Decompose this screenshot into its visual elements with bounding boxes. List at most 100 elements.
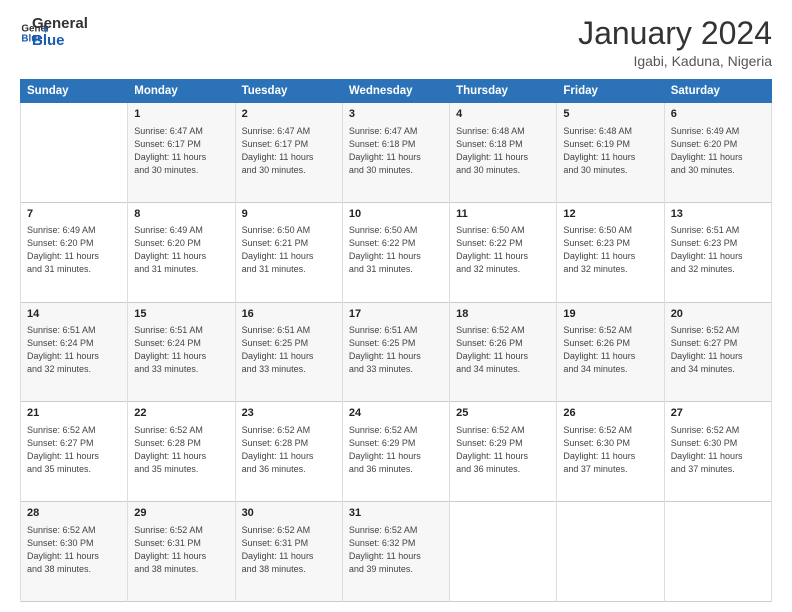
header-day-thursday: Thursday: [450, 80, 557, 103]
day-cell: 3 Sunrise: 6:47 AMSunset: 6:18 PMDaylight…: [342, 103, 449, 203]
calendar-table: SundayMondayTuesdayWednesdayThursdayFrid…: [20, 79, 772, 602]
header-day-friday: Friday: [557, 80, 664, 103]
day-cell: 20 Sunrise: 6:52 AMSunset: 6:27 PMDayligh…: [664, 302, 771, 402]
day-cell: 17Sunrise: 6:51 AMSunset: 6:25 PMDayligh…: [342, 302, 449, 402]
day-cell: [557, 502, 664, 602]
day-info: Sunrise: 6:47 AMSunset: 6:18 PMDaylight:…: [349, 125, 443, 177]
day-number: 30: [242, 506, 336, 521]
logo-general: General: [32, 16, 88, 33]
day-number: 15: [134, 307, 228, 322]
day-info: Sunrise: 6:51 AMSunset: 6:25 PMDaylight:…: [242, 324, 336, 376]
day-number: 26: [563, 406, 657, 421]
header-row: SundayMondayTuesdayWednesdayThursdayFrid…: [21, 80, 772, 103]
day-number: 24: [349, 406, 443, 421]
day-info: Sunrise: 6:52 AMSunset: 6:28 PMDaylight:…: [134, 424, 228, 476]
week-row-3: 14Sunrise: 6:51 AMSunset: 6:24 PMDayligh…: [21, 302, 772, 402]
day-cell: 4Sunrise: 6:48 AMSunset: 6:18 PMDaylight…: [450, 103, 557, 203]
day-info: Sunrise: 6:52 AMSunset: 6:26 PMDaylight:…: [456, 324, 550, 376]
day-number: 4: [456, 107, 550, 122]
day-info: Sunrise: 6:52 AMSunset: 6:29 PMDaylight:…: [349, 424, 443, 476]
page: General Blue General Blue January 2024 I…: [0, 0, 792, 612]
day-info: Sunrise: 6:47 AMSunset: 6:17 PMDaylight:…: [242, 125, 336, 177]
day-info: Sunrise: 6:49 AMSunset: 6:20 PMDaylight:…: [671, 125, 765, 177]
day-info: Sunrise: 6:52 AMSunset: 6:29 PMDaylight:…: [456, 424, 550, 476]
day-number: 20: [671, 307, 765, 322]
day-info: Sunrise: 6:52 AMSunset: 6:27 PMDaylight:…: [671, 324, 765, 376]
day-cell: 21Sunrise: 6:52 AMSunset: 6:27 PMDayligh…: [21, 402, 128, 502]
title-block: January 2024 Igabi, Kaduna, Nigeria: [578, 16, 772, 69]
day-cell: 19Sunrise: 6:52 AMSunset: 6:26 PMDayligh…: [557, 302, 664, 402]
day-cell: 10 Sunrise: 6:50 AMSunset: 6:22 PMDayligh…: [342, 202, 449, 302]
day-number: 23: [242, 406, 336, 421]
day-info: Sunrise: 6:51 AMSunset: 6:25 PMDaylight:…: [349, 324, 443, 376]
day-number: 22: [134, 406, 228, 421]
day-cell: 6 Sunrise: 6:49 AMSunset: 6:20 PMDaylight…: [664, 103, 771, 203]
day-cell: 28Sunrise: 6:52 AMSunset: 6:30 PMDayligh…: [21, 502, 128, 602]
day-number: 1: [134, 107, 228, 122]
day-cell: 5 Sunrise: 6:48 AMSunset: 6:19 PMDaylight…: [557, 103, 664, 203]
day-number: 12: [563, 207, 657, 222]
day-cell: 7 Sunrise: 6:49 AMSunset: 6:20 PMDaylight…: [21, 202, 128, 302]
header-day-monday: Monday: [128, 80, 235, 103]
day-number: 19: [563, 307, 657, 322]
day-cell: 31 Sunrise: 6:52 AMSunset: 6:32 PMDayligh…: [342, 502, 449, 602]
day-number: 27: [671, 406, 765, 421]
day-cell: 23 Sunrise: 6:52 AMSunset: 6:28 PMDayligh…: [235, 402, 342, 502]
day-number: 13: [671, 207, 765, 222]
day-number: 11: [456, 207, 550, 222]
day-info: Sunrise: 6:51 AMSunset: 6:24 PMDaylight:…: [134, 324, 228, 376]
day-number: 10: [349, 207, 443, 222]
location: Igabi, Kaduna, Nigeria: [578, 53, 772, 69]
day-info: Sunrise: 6:51 AMSunset: 6:24 PMDaylight:…: [27, 324, 121, 376]
header: General Blue General Blue January 2024 I…: [20, 16, 772, 69]
week-row-5: 28Sunrise: 6:52 AMSunset: 6:30 PMDayligh…: [21, 502, 772, 602]
day-cell: 26Sunrise: 6:52 AMSunset: 6:30 PMDayligh…: [557, 402, 664, 502]
week-row-4: 21Sunrise: 6:52 AMSunset: 6:27 PMDayligh…: [21, 402, 772, 502]
day-cell: 27 Sunrise: 6:52 AMSunset: 6:30 PMDayligh…: [664, 402, 771, 502]
day-number: 2: [242, 107, 336, 122]
day-info: Sunrise: 6:50 AMSunset: 6:22 PMDaylight:…: [349, 224, 443, 276]
day-cell: 30 Sunrise: 6:52 AMSunset: 6:31 PMDayligh…: [235, 502, 342, 602]
day-number: 3: [349, 107, 443, 122]
header-day-saturday: Saturday: [664, 80, 771, 103]
day-cell: 11 Sunrise: 6:50 AMSunset: 6:22 PMDayligh…: [450, 202, 557, 302]
day-cell: 9Sunrise: 6:50 AMSunset: 6:21 PMDaylight…: [235, 202, 342, 302]
day-cell: [21, 103, 128, 203]
day-number: 8: [134, 207, 228, 222]
day-number: 28: [27, 506, 121, 521]
month-title: January 2024: [578, 16, 772, 51]
day-number: 5: [563, 107, 657, 122]
day-info: Sunrise: 6:47 AMSunset: 6:17 PMDaylight:…: [134, 125, 228, 177]
day-info: Sunrise: 6:50 AMSunset: 6:23 PMDaylight:…: [563, 224, 657, 276]
day-cell: 1 Sunrise: 6:47 AMSunset: 6:17 PMDaylight…: [128, 103, 235, 203]
day-number: 29: [134, 506, 228, 521]
day-info: Sunrise: 6:52 AMSunset: 6:31 PMDaylight:…: [242, 524, 336, 576]
day-info: Sunrise: 6:52 AMSunset: 6:28 PMDaylight:…: [242, 424, 336, 476]
day-cell: 12 Sunrise: 6:50 AMSunset: 6:23 PMDayligh…: [557, 202, 664, 302]
header-day-tuesday: Tuesday: [235, 80, 342, 103]
week-row-2: 7 Sunrise: 6:49 AMSunset: 6:20 PMDaylight…: [21, 202, 772, 302]
day-number: 7: [27, 207, 121, 222]
day-info: Sunrise: 6:50 AMSunset: 6:21 PMDaylight:…: [242, 224, 336, 276]
logo: General Blue General Blue: [20, 16, 88, 49]
day-info: Sunrise: 6:48 AMSunset: 6:19 PMDaylight:…: [563, 125, 657, 177]
day-number: 6: [671, 107, 765, 122]
day-info: Sunrise: 6:52 AMSunset: 6:30 PMDaylight:…: [671, 424, 765, 476]
header-day-wednesday: Wednesday: [342, 80, 449, 103]
day-cell: 2 Sunrise: 6:47 AMSunset: 6:17 PMDaylight…: [235, 103, 342, 203]
day-number: 21: [27, 406, 121, 421]
day-number: 25: [456, 406, 550, 421]
day-info: Sunrise: 6:49 AMSunset: 6:20 PMDaylight:…: [27, 224, 121, 276]
day-info: Sunrise: 6:52 AMSunset: 6:32 PMDaylight:…: [349, 524, 443, 576]
day-cell: 8 Sunrise: 6:49 AMSunset: 6:20 PMDaylight…: [128, 202, 235, 302]
day-cell: 22 Sunrise: 6:52 AMSunset: 6:28 PMDayligh…: [128, 402, 235, 502]
day-info: Sunrise: 6:49 AMSunset: 6:20 PMDaylight:…: [134, 224, 228, 276]
day-cell: 13 Sunrise: 6:51 AMSunset: 6:23 PMDayligh…: [664, 202, 771, 302]
day-cell: 14Sunrise: 6:51 AMSunset: 6:24 PMDayligh…: [21, 302, 128, 402]
day-info: Sunrise: 6:51 AMSunset: 6:23 PMDaylight:…: [671, 224, 765, 276]
day-cell: [664, 502, 771, 602]
day-number: 31: [349, 506, 443, 521]
day-cell: 15 Sunrise: 6:51 AMSunset: 6:24 PMDayligh…: [128, 302, 235, 402]
day-info: Sunrise: 6:50 AMSunset: 6:22 PMDaylight:…: [456, 224, 550, 276]
logo-blue: Blue: [32, 33, 88, 50]
